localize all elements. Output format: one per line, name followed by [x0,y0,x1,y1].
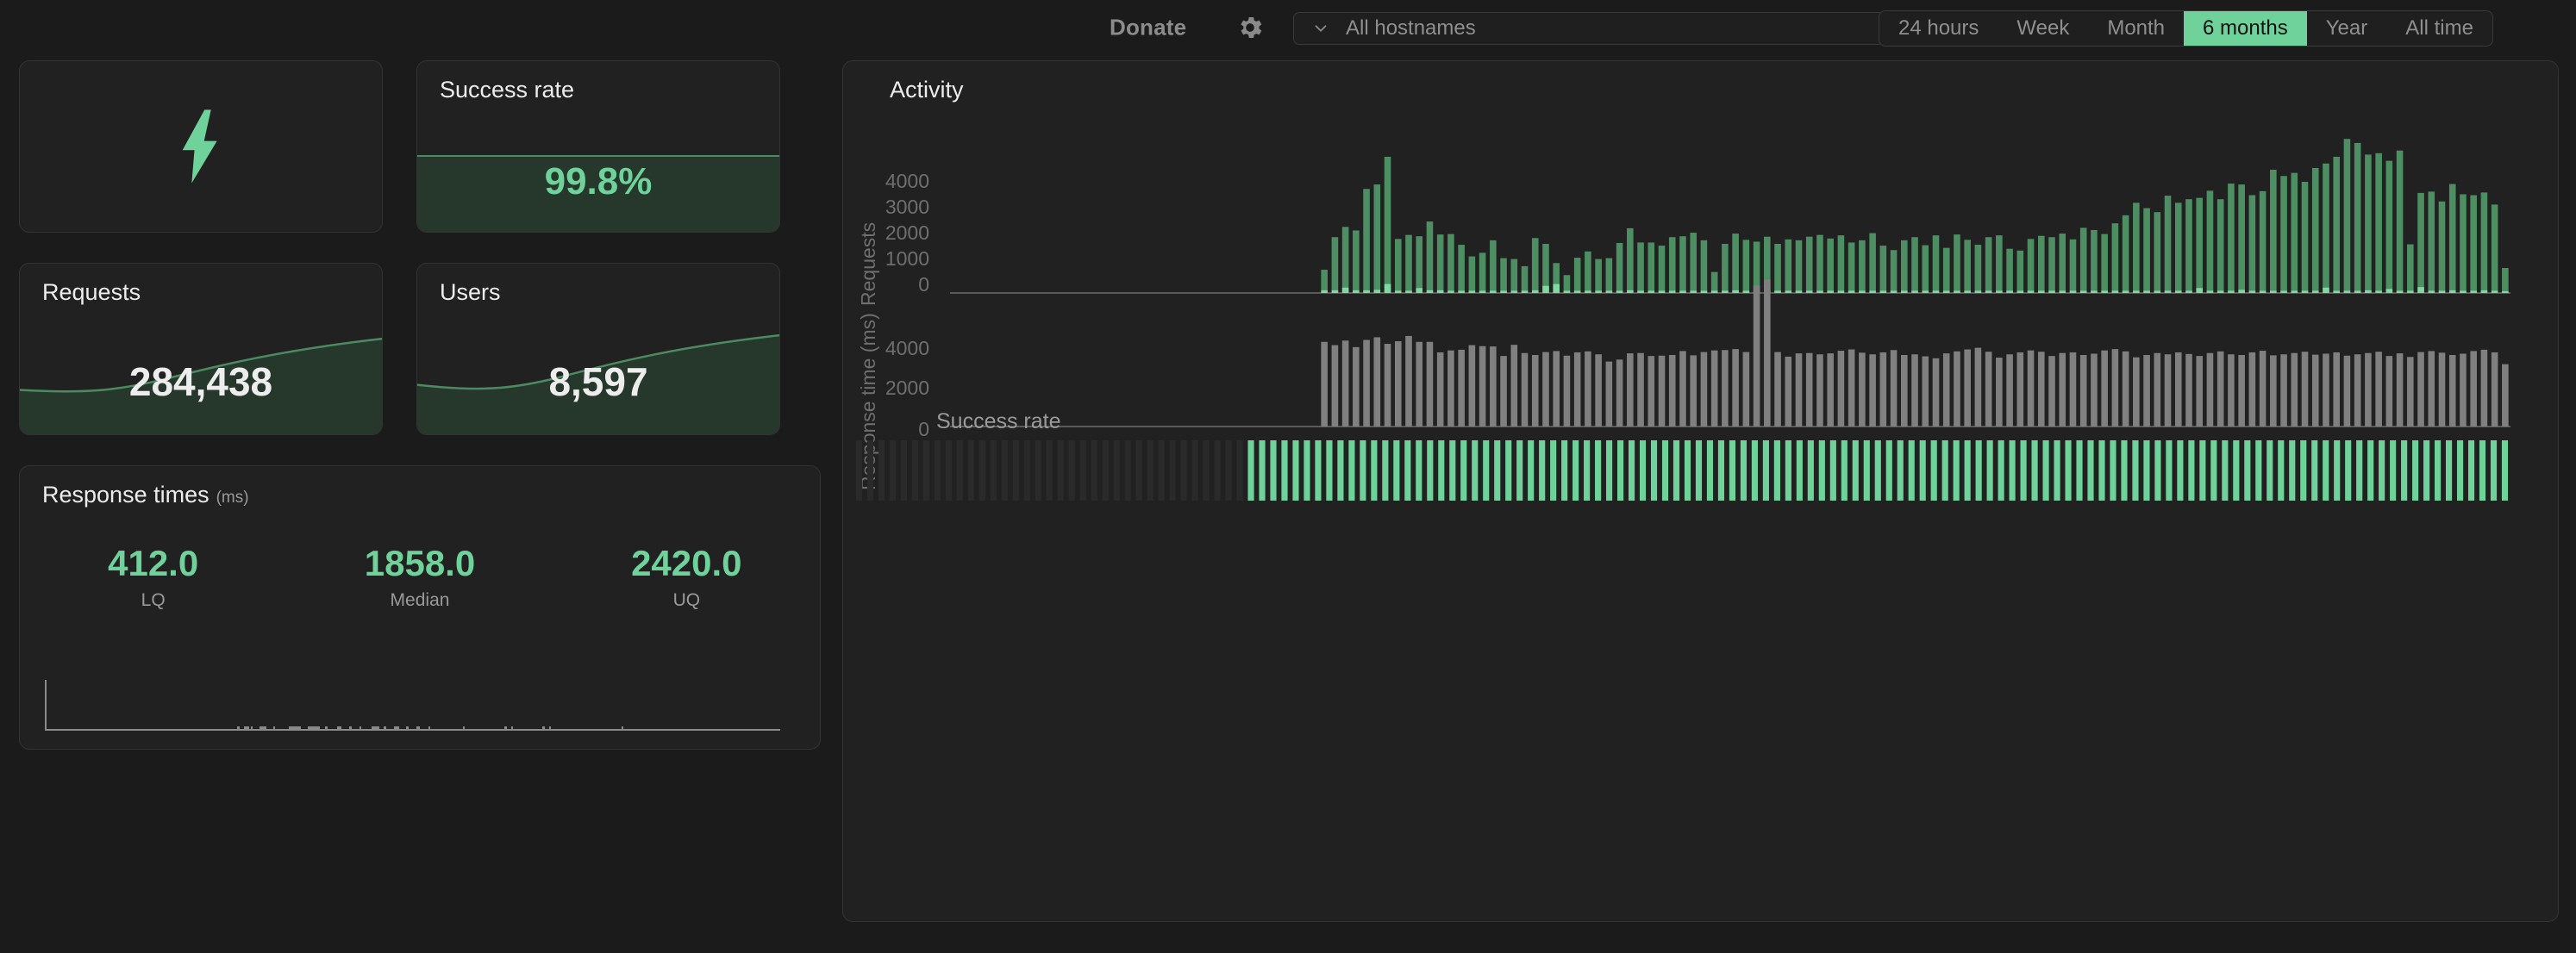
requests-tick-0: 0 [918,273,929,296]
requests-title: Requests [42,279,141,305]
donate-link[interactable]: Donate [1110,15,1186,41]
response-times-title-text: Response times [42,482,209,508]
median-value: 1858.0 [364,543,476,583]
range-button-24-hours[interactable]: 24 hours [1879,11,1998,46]
success-rate-card[interactable]: Success rate 99.8% [416,60,780,233]
settings-button[interactable] [1235,12,1266,43]
response-times-title: Response times (ms) [42,482,249,508]
response-time-median: 1858.0 Median [288,543,552,611]
stats-column: Success rate 99.8% Requests 284,438 User… [19,60,821,750]
requests-tick-3000: 3000 [885,196,929,218]
requests-tick-4000: 4000 [885,170,929,192]
success-rate-title: Success rate [440,77,575,103]
success-rate-value: 99.8% [544,159,653,202]
response-time-tick-0: 0 [918,418,929,440]
lightning-bolt-icon [182,109,217,184]
uq-label: UQ [672,590,701,611]
response-time-bar-chart[interactable] [950,255,2510,427]
gear-icon [1241,16,1262,39]
requests-value: 284,438 [128,359,273,404]
hostname-value: All hostnames [1346,16,1476,40]
response-times-unit: (ms) [216,489,249,507]
users-value: 8,597 [548,359,648,404]
requests-card[interactable]: Requests 284,438 [19,263,383,435]
range-button-year[interactable]: Year [2307,11,2387,46]
response-time-tick-4000: 4000 [885,337,929,359]
uptime-card[interactable] [19,60,383,233]
response-time-lq: 412.0 LQ [22,543,285,611]
chevron-down-icon [1311,19,1330,38]
response-times-stats: 412.0 LQ 1858.0 Median 2420.0 UQ [20,543,820,611]
uq-value: 2420.0 [631,543,742,583]
success-rate-strip-title: Success rate [936,409,1061,433]
response-times-card[interactable]: Response times (ms) 412.0 LQ 1858.0 Media… [19,465,821,750]
users-title: Users [440,279,501,305]
response-time-tick-2000: 2000 [885,377,929,399]
requests-tick-2000: 2000 [885,221,929,244]
users-card[interactable]: Users 8,597 [416,263,780,435]
response-time-uq: 2420.0 UQ [554,543,818,611]
time-range-group: 24 hours Week Month 6 months Year All ti… [1879,10,2493,47]
response-times-distribution-chart [45,680,780,731]
lq-label: LQ [141,590,166,611]
range-button-all-time[interactable]: All time [2386,11,2492,46]
stats-row-2: Requests 284,438 Users 8,597 [19,263,821,435]
hostname-select[interactable]: All hostnames [1293,12,1885,45]
range-button-week[interactable]: Week [1998,11,2088,46]
lq-value: 412.0 [108,543,199,583]
activity-panel: Activity Requests 4000 3000 2000 1000 0 … [842,60,2559,922]
top-bar: Donate All hostnames 24 hours Week Month… [0,0,2576,55]
median-label: Median [390,590,450,611]
range-button-month[interactable]: Month [2088,11,2184,46]
range-button-6-months[interactable]: 6 months [2184,11,2307,46]
requests-tick-1000: 1000 [885,247,929,270]
success-rate-strip-chart[interactable] [853,440,2510,501]
stats-row-1: Success rate 99.8% [19,60,821,233]
